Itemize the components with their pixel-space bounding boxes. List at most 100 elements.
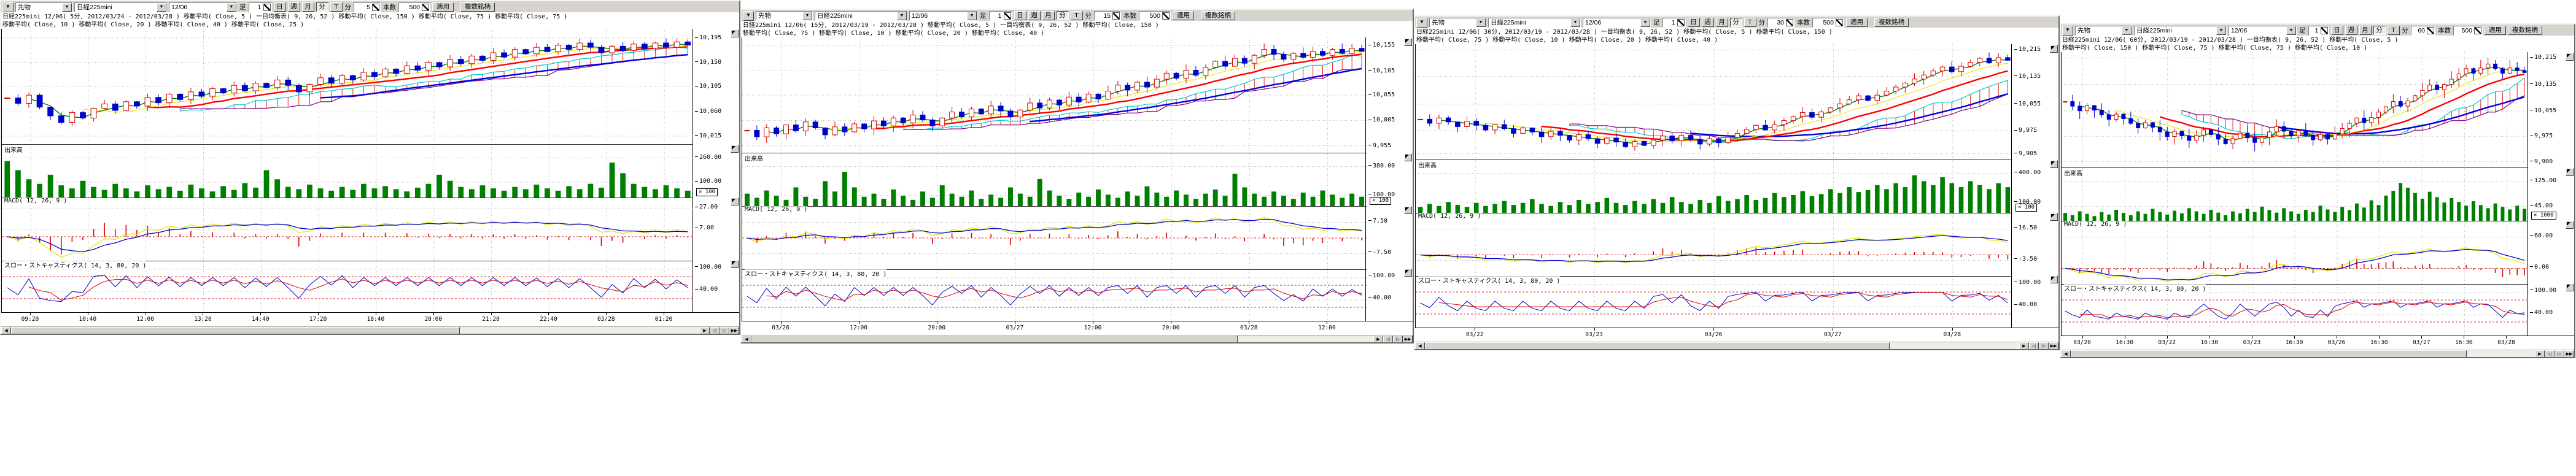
apply-button[interactable]: 適用 [432,2,454,12]
interval-spinner[interactable]: 1 [2308,26,2329,36]
apply-button[interactable]: 適用 [1846,18,1868,27]
zoom-in-button[interactable]: ▷ [1393,336,1403,344]
spinner-icon[interactable] [1112,12,1120,20]
chevron-down-icon[interactable]: ▼ [967,12,977,20]
multi-symbol-button[interactable]: 複数銘柄 [460,2,495,12]
apply-button[interactable]: 適用 [1173,11,1194,20]
scrollbar-thumb[interactable] [1425,342,1890,350]
minutes-spinner[interactable]: 5 [354,2,381,12]
pane-expand-button[interactable] [731,29,739,37]
pane-expand-button[interactable] [731,260,739,268]
minute-button[interactable]: 分 [316,2,328,12]
scroll-end-button[interactable]: ▶▶ [2564,350,2574,358]
pane-expand-button[interactable] [1404,153,1412,161]
interval-spinner[interactable]: 1 [249,2,272,12]
pane-expand-button[interactable] [2050,275,2058,283]
bars-spinner[interactable]: 500 [2453,26,2483,36]
pane-expand-button[interactable] [731,145,739,153]
spinner-icon[interactable] [2427,27,2434,34]
weekly-button[interactable]: 週 [1028,11,1041,20]
chevron-down-icon[interactable]: ▼ [2216,26,2226,35]
chevron-down-icon[interactable]: ▼ [227,3,236,12]
window-menu-button[interactable]: ▼ [1416,18,1427,28]
contract-select[interactable]: 12/06▼ [169,2,237,12]
horizontal-scrollbar[interactable]: ◀ ▶ ◁▷▶▶ [1,326,739,335]
zoom-out-button[interactable]: ◁ [710,327,720,335]
chevron-down-icon[interactable]: ▼ [157,3,166,12]
chevron-down-icon[interactable]: ▼ [2122,26,2132,35]
pane-expand-button[interactable] [2050,45,2058,53]
scroll-right-button[interactable]: ▶ [2019,342,2029,350]
daily-button[interactable]: 日 [274,2,286,12]
pane-expand-button[interactable] [1404,269,1412,277]
pane-expand-button[interactable] [2050,160,2058,168]
spinner-icon[interactable] [1786,19,1793,26]
weekly-button[interactable]: 週 [2345,26,2357,35]
spinner-icon[interactable] [422,4,429,11]
pane-expand-button[interactable] [1404,38,1412,46]
scroll-right-button[interactable]: ▶ [700,327,710,335]
instrument-type-select[interactable]: 先物▼ [15,2,72,12]
zoom-out-button[interactable]: ◁ [2029,342,2039,350]
zoom-in-button[interactable]: ▷ [720,327,729,335]
tick-button[interactable]: T [2388,26,2400,35]
multi-symbol-button[interactable]: 複数銘柄 [1874,18,1909,27]
tick-button[interactable]: T [330,2,343,12]
scroll-end-button[interactable]: ▶▶ [2049,342,2058,350]
scroll-end-button[interactable]: ▶▶ [729,327,739,335]
scroll-left-button[interactable]: ◀ [2061,350,2071,358]
pane-expand-button[interactable] [2050,213,2058,221]
bars-spinner[interactable]: 500 [1812,18,1844,28]
chevron-down-icon[interactable]: ▼ [1640,18,1650,27]
instrument-type-select[interactable]: 先物▼ [1429,18,1486,28]
chevron-down-icon[interactable]: ▼ [897,12,907,20]
monthly-button[interactable]: 月 [1716,18,1728,27]
instrument-type-select[interactable]: 先物▼ [756,11,813,21]
minutes-spinner[interactable]: 60 [2411,26,2435,36]
scroll-right-button[interactable]: ▶ [2535,350,2545,358]
spinner-icon[interactable] [2474,27,2481,34]
spinner-icon[interactable] [1162,12,1170,20]
minute-button[interactable]: 分 [2373,26,2386,35]
interval-spinner[interactable]: 1 [989,11,1012,21]
window-menu-button[interactable]: ▼ [743,11,754,21]
chevron-down-icon[interactable]: ▼ [2286,26,2296,35]
window-menu-button[interactable]: ▼ [2062,26,2073,36]
symbol-select[interactable]: 日経225mini▼ [74,2,167,12]
daily-button[interactable]: 日 [1688,18,1700,27]
scrollbar-thumb[interactable] [2071,350,2467,358]
pane-expand-button[interactable] [2566,53,2574,61]
scrollbar-thumb[interactable] [751,336,1238,344]
weekly-button[interactable]: 週 [1702,18,1714,27]
instrument-type-select[interactable]: 先物▼ [2075,26,2132,36]
spinner-icon[interactable] [372,4,379,11]
multi-symbol-button[interactable]: 複数銘柄 [2508,26,2542,35]
chart-plot-area[interactable]: 出来高MACD( 12, 26, 9 )スロー・ストキャスティクス( 14, 3… [1415,44,2012,328]
scroll-right-button[interactable]: ▶ [1373,336,1383,344]
chart-plot-area[interactable]: 出来高MACD( 12, 26, 9 )スロー・ストキャスティクス( 14, 3… [2061,52,2528,336]
minutes-spinner[interactable]: 30 [1767,18,1794,28]
scrollbar-track[interactable] [751,336,1373,344]
contract-select[interactable]: 12/06▼ [1583,18,1651,28]
apply-button[interactable]: 適用 [2485,26,2506,35]
horizontal-scrollbar[interactable]: ◀ ▶ ◁▷▶▶ [742,335,1413,344]
contract-select[interactable]: 12/06▼ [909,11,977,21]
pane-expand-button[interactable] [1404,206,1412,214]
zoom-in-button[interactable]: ▷ [2039,342,2049,350]
minute-button[interactable]: 分 [1057,11,1069,20]
bars-spinner[interactable]: 500 [398,2,430,12]
spinner-icon[interactable] [1004,12,1011,20]
zoom-out-button[interactable]: ◁ [2545,350,2555,358]
scroll-left-button[interactable]: ◀ [1,327,11,335]
bars-spinner[interactable]: 500 [1139,11,1171,21]
tick-button[interactable]: T [1071,11,1083,20]
spinner-icon[interactable] [2321,27,2328,34]
monthly-button[interactable]: 月 [302,2,314,12]
chart-plot-area[interactable]: 出来高MACD( 12, 26, 9 )スロー・ストキャスティクス( 14, 3… [742,37,1366,321]
symbol-select[interactable]: 日経225mini▼ [1488,18,1581,28]
scrollbar-track[interactable] [2071,350,2535,358]
horizontal-scrollbar[interactable]: ◀ ▶ ◁▷▶▶ [2061,350,2574,358]
chevron-down-icon[interactable]: ▼ [1570,18,1580,27]
weekly-button[interactable]: 週 [288,2,300,12]
zoom-out-button[interactable]: ◁ [1383,336,1393,344]
